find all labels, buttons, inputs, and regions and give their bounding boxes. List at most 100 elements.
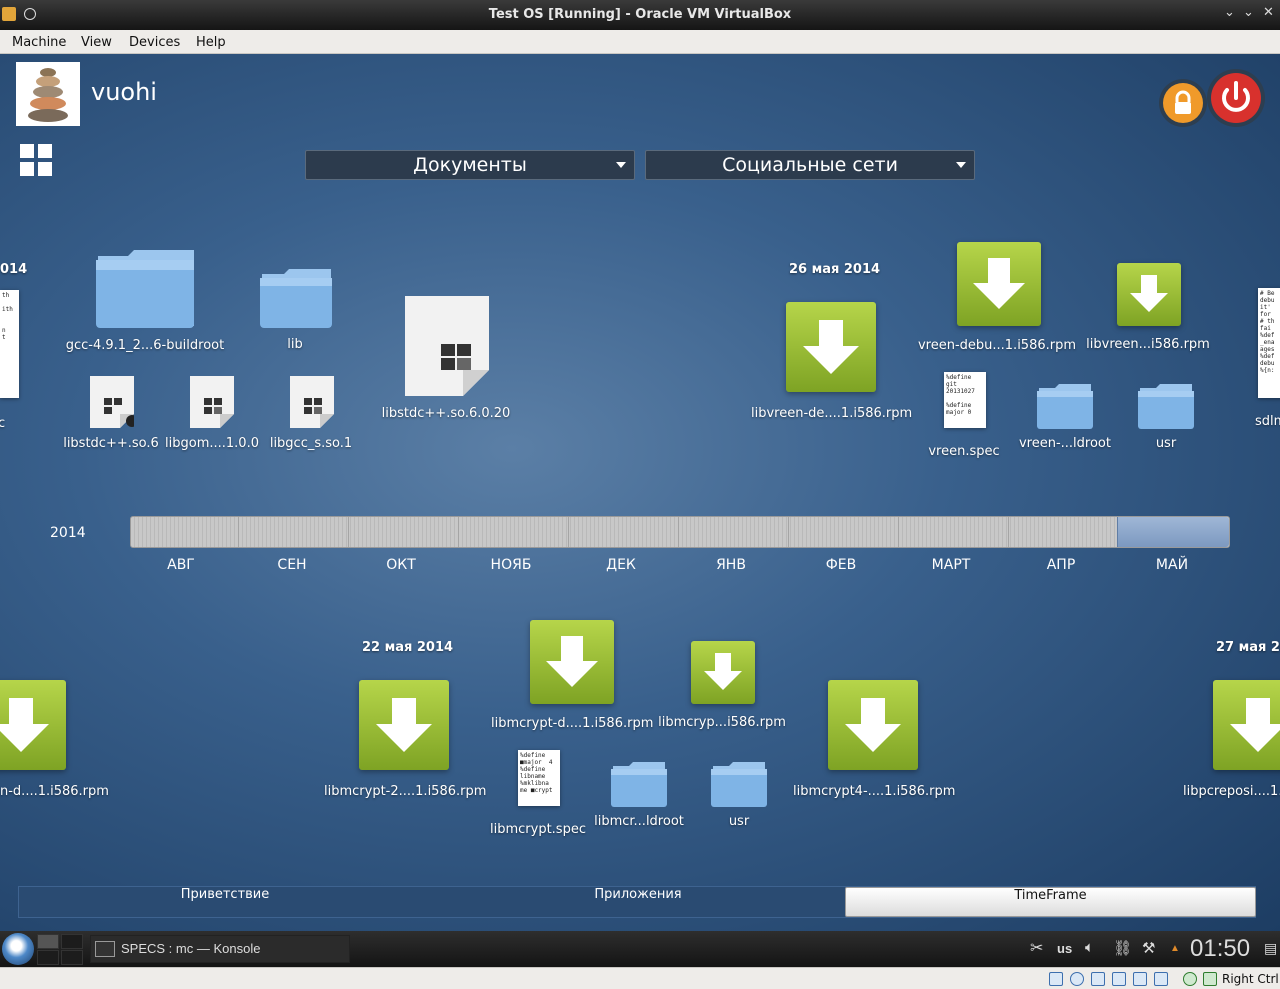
- network-adapter-icon[interactable]: [1091, 972, 1105, 986]
- usb-icon[interactable]: [1133, 972, 1147, 986]
- folder-label[interactable]: gcc-4.9.1_2...6-buildroot: [65, 338, 225, 353]
- desktop-pager-1[interactable]: [37, 934, 59, 949]
- menu-machine[interactable]: Machine: [12, 35, 66, 50]
- file-label[interactable]: libgcc_s.so.1: [231, 436, 391, 451]
- library-file-icon[interactable]: [405, 296, 489, 396]
- activity-combo-documents-label: Документы: [413, 154, 527, 176]
- guest-additions-icon[interactable]: [1183, 972, 1197, 986]
- rpm-package-icon[interactable]: [359, 680, 449, 770]
- folder-icon[interactable]: [94, 246, 196, 330]
- folder-label[interactable]: usr: [659, 814, 819, 829]
- spec-file-icon[interactable]: %define ■major 4 %define libname %mklibn…: [518, 750, 560, 806]
- window-title: Test OS [Running] - Oracle VM VirtualBox: [488, 7, 792, 22]
- file-label[interactable]: libmcrypt-2....1.i586.rpm: [324, 784, 486, 799]
- video-capture-icon[interactable]: [1154, 972, 1168, 986]
- month-label[interactable]: ДЕК: [581, 557, 661, 573]
- library-file-icon[interactable]: [190, 376, 234, 428]
- group-date: 014: [0, 262, 28, 277]
- hard-disk-icon[interactable]: [1049, 972, 1063, 986]
- avatar[interactable]: [16, 62, 80, 126]
- rpm-package-icon[interactable]: [828, 680, 918, 770]
- group-date: 27 мая 20: [1216, 640, 1280, 655]
- rpm-package-icon[interactable]: [957, 242, 1041, 326]
- spec-file-icon[interactable]: th ith n t: [0, 290, 19, 398]
- activity-combo-social-label: Социальные сети: [722, 154, 898, 176]
- clock[interactable]: 01:50: [1190, 935, 1250, 963]
- task-konsole[interactable]: SPECS : mc — Konsole: [90, 935, 350, 963]
- volume-icon[interactable]: 🔈︎: [1085, 939, 1094, 956]
- file-label[interactable]: libstdc++.so.6.0.20: [366, 406, 526, 421]
- file-label[interactable]: n-d....1.i586.rpm: [0, 784, 109, 799]
- timeline-bar[interactable]: [130, 516, 1230, 548]
- activity-tab-bar: Приветствие Приложения TimeFrame: [18, 886, 1256, 918]
- rpm-package-icon[interactable]: [530, 620, 614, 704]
- file-label[interactable]: sdlm: [1255, 414, 1280, 429]
- shared-folders-icon[interactable]: [1112, 972, 1126, 986]
- month-label[interactable]: ОКТ: [361, 557, 441, 573]
- file-label[interactable]: libmcryp...i586.rpm: [642, 715, 802, 730]
- guest-desktop: vuohi Документы Социальные сети 014 th i…: [0, 54, 1280, 931]
- minimize-icon[interactable]: ⌄: [1224, 5, 1235, 20]
- folder-icon[interactable]: [1137, 382, 1195, 430]
- grid-view-icon[interactable]: [20, 144, 54, 178]
- desktop-pager-4[interactable]: [61, 950, 83, 965]
- spec-file-icon[interactable]: %define git 20131027 %define major 0: [944, 372, 986, 428]
- close-icon[interactable]: ✕: [1263, 5, 1274, 20]
- timeline-selection[interactable]: [1117, 517, 1229, 547]
- folder-icon[interactable]: [1036, 382, 1094, 430]
- folder-icon[interactable]: [610, 760, 668, 808]
- folder-label[interactable]: usr: [1086, 436, 1246, 451]
- network-icon[interactable]: ⛓︎: [1113, 939, 1132, 957]
- folder-label[interactable]: lib: [215, 337, 375, 352]
- month-label[interactable]: МАРТ: [911, 557, 991, 573]
- month-label[interactable]: ЯНВ: [691, 557, 771, 573]
- panel-menu-icon[interactable]: ▤: [1264, 940, 1277, 957]
- menu-view[interactable]: View: [81, 35, 112, 50]
- file-label[interactable]: libpcreposi....1.: [1183, 784, 1280, 799]
- folder-icon[interactable]: [258, 266, 334, 330]
- library-file-icon[interactable]: [90, 376, 134, 428]
- settings-tool-icon[interactable]: ⚒: [1142, 939, 1155, 957]
- rpm-package-icon[interactable]: [786, 302, 876, 392]
- chevron-down-icon: [956, 162, 966, 168]
- file-label[interactable]: c: [0, 416, 5, 431]
- menu-devices[interactable]: Devices: [129, 35, 180, 50]
- file-label[interactable]: libmcrypt-d....1.i586.rpm: [491, 716, 653, 731]
- expand-tray-icon[interactable]: ▲: [1170, 943, 1180, 954]
- menu-help[interactable]: Help: [196, 35, 226, 50]
- file-label[interactable]: libmcrypt4-....1.i586.rpm: [793, 784, 955, 799]
- month-label[interactable]: АПР: [1021, 557, 1101, 573]
- tab-timeframe[interactable]: TimeFrame: [845, 887, 1256, 917]
- tab-applications[interactable]: Приложения: [431, 887, 845, 917]
- keyboard-layout[interactable]: us: [1057, 941, 1072, 956]
- optical-drive-icon[interactable]: [1070, 972, 1084, 986]
- desktop-pager-2[interactable]: [61, 934, 83, 949]
- file-label[interactable]: vreen-debu...1.i586.rpm: [917, 338, 1077, 353]
- tab-welcome[interactable]: Приветствие: [19, 887, 431, 917]
- month-label[interactable]: ФЕВ: [801, 557, 881, 573]
- rpm-package-icon[interactable]: [1117, 263, 1181, 326]
- maximize-icon[interactable]: ⌄: [1243, 5, 1254, 20]
- application-launcher-icon[interactable]: [2, 933, 34, 965]
- desktop-pager-3[interactable]: [37, 950, 59, 965]
- spec-file-icon[interactable]: # Be debu it' for # th fai %def _ena age…: [1258, 288, 1280, 398]
- activity-combo-social[interactable]: Социальные сети: [645, 150, 975, 180]
- folder-icon[interactable]: [710, 760, 768, 808]
- mouse-integration-icon[interactable]: [1203, 972, 1217, 986]
- power-button[interactable]: [1206, 68, 1266, 128]
- lock-button[interactable]: [1158, 78, 1208, 128]
- month-label[interactable]: МАЙ: [1132, 557, 1212, 573]
- network-tools-icon[interactable]: ✂: [1030, 938, 1043, 958]
- vm-window: Test OS [Running] - Oracle VM VirtualBox…: [0, 0, 1280, 989]
- rpm-package-icon[interactable]: [691, 641, 755, 704]
- file-label[interactable]: libvreen...i586.rpm: [1068, 337, 1228, 352]
- month-label[interactable]: АВГ: [141, 557, 221, 573]
- rpm-package-icon[interactable]: [1213, 680, 1280, 770]
- month-label[interactable]: СЕН: [252, 557, 332, 573]
- month-label[interactable]: НОЯБ: [471, 557, 551, 573]
- library-file-icon[interactable]: [290, 376, 334, 428]
- rpm-package-icon[interactable]: [0, 680, 66, 770]
- activity-combo-documents[interactable]: Документы: [305, 150, 635, 180]
- file-label[interactable]: libvreen-de....1.i586.rpm: [751, 406, 912, 421]
- guest-taskbar: SPECS : mc — Konsole ✂ us 🔈︎ ⛓︎ ⚒ ▲ 01:5…: [0, 931, 1280, 967]
